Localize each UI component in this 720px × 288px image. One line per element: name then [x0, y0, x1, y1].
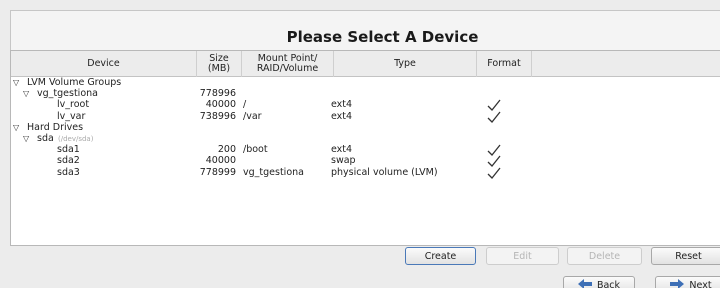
next-button[interactable]: Next — [655, 276, 720, 288]
back-button[interactable]: Back — [563, 276, 635, 288]
device-mount-point: / — [243, 99, 247, 111]
format-checkmark-icon[interactable] — [487, 144, 501, 157]
reset-button-label: Reset — [675, 250, 702, 262]
device-size: 738996 — [199, 110, 236, 122]
edit-button[interactable]: Edit — [486, 247, 559, 265]
back-button-label: Back — [596, 279, 621, 288]
device-type: ext4 — [331, 144, 353, 156]
expander-triangle-icon[interactable]: ▽ — [23, 88, 29, 100]
device-size: 40000 — [205, 155, 236, 167]
format-checkmark-icon[interactable] — [487, 99, 501, 112]
device-name: lv_var — [57, 110, 86, 122]
format-checkmark-icon[interactable] — [487, 167, 501, 179]
edit-button-label: Edit — [513, 250, 532, 262]
device-row[interactable]: sda2 40000 swap — [11, 155, 720, 168]
create-button-label: Create — [424, 250, 457, 262]
column-header-mount-point[interactable]: Mount Point/ RAID/Volume — [242, 51, 334, 77]
device-tree[interactable]: Device Size (MB) Mount Point/ RAID/Volum… — [10, 50, 720, 246]
device-name: sda — [37, 133, 54, 144]
device-row[interactable]: sda1 200/boot ext4 — [11, 144, 720, 157]
next-arrow-icon — [670, 278, 685, 288]
expander-triangle-icon[interactable]: ▽ — [13, 122, 19, 134]
create-button[interactable]: Create — [405, 247, 476, 265]
device-row[interactable]: ▽ Hard Drives — [11, 122, 720, 134]
device-name: vg_tgestiona — [37, 88, 98, 100]
device-mount-point: /boot — [243, 144, 268, 156]
device-size: 40000 — [205, 99, 236, 111]
device-name: sda3 — [57, 166, 80, 178]
device-type: ext4 — [331, 99, 353, 111]
column-header-bar: Device Size (MB) Mount Point/ RAID/Volum… — [11, 51, 720, 77]
device-type: physical volume (LVM) — [331, 166, 438, 178]
device-name: Hard Drives — [27, 121, 84, 133]
device-name: sda2 — [57, 155, 80, 167]
format-checkmark-icon[interactable] — [487, 111, 501, 123]
expander-triangle-icon[interactable]: ▽ — [13, 77, 19, 89]
device-row[interactable]: ▽ vg_tgestiona 778996 — [11, 88, 720, 100]
reset-button[interactable]: Reset — [651, 247, 720, 265]
next-button-label: Next — [689, 279, 712, 288]
column-header-type[interactable]: Type — [334, 51, 477, 77]
device-name: lv_root — [57, 99, 90, 111]
device-size: 200 — [217, 144, 236, 156]
device-name: LVM Volume Groups — [27, 77, 122, 88]
format-checkmark-icon[interactable] — [487, 155, 501, 168]
device-row[interactable]: sda3 778999 vg_tgestiona physical volume (L… — [11, 167, 720, 179]
column-header-format[interactable]: Format — [477, 51, 532, 77]
device-row[interactable]: ▽ LVM Volume Groups — [11, 77, 720, 89]
column-header-device[interactable]: Device — [11, 51, 197, 77]
device-path: (/dev/sda) — [58, 135, 94, 143]
device-name: sda1 — [57, 144, 80, 156]
back-arrow-icon — [577, 278, 592, 288]
device-mount-point: /var — [243, 110, 262, 122]
expander-triangle-icon[interactable]: ▽ — [23, 133, 29, 145]
delete-button[interactable]: Delete — [567, 247, 642, 265]
device-row[interactable]: lv_var 738996/var ext4 — [11, 111, 720, 123]
device-row[interactable]: lv_root 40000 / ext4 — [11, 99, 720, 112]
device-row[interactable]: ▽ sda (/dev/sda) — [11, 133, 720, 145]
device-size: 778996 — [199, 88, 236, 100]
delete-button-label: Delete — [588, 250, 621, 262]
device-size: 778999 — [199, 166, 236, 178]
device-type: ext4 — [331, 110, 353, 122]
device-mount-point: vg_tgestiona — [243, 166, 304, 178]
column-header-size[interactable]: Size (MB) — [197, 51, 242, 77]
column-header-filler — [532, 51, 720, 77]
device-type: swap — [331, 155, 356, 167]
page-title: Please Select A Device — [286, 28, 479, 46]
